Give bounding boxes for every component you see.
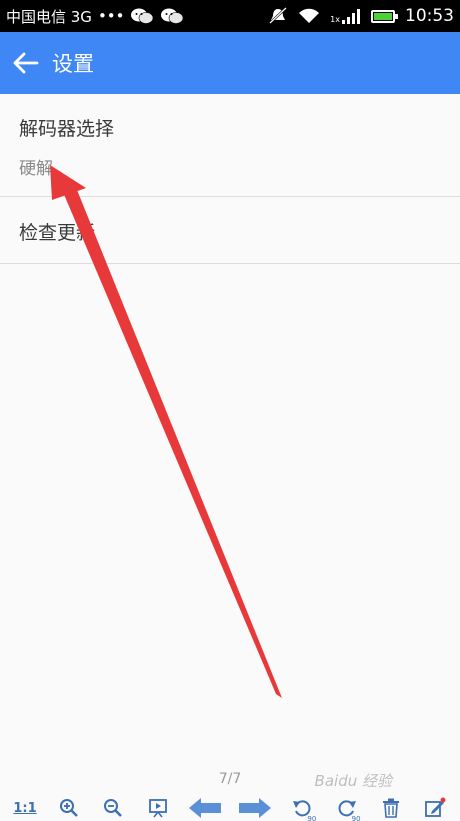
page-title: 设置 — [52, 52, 94, 76]
trash-icon — [382, 798, 399, 818]
carrier-label: 中国电信 3G — [6, 7, 92, 26]
actual-size-button[interactable]: 1:1 — [10, 795, 40, 821]
decoder-setting-title: 解码器选择 — [19, 118, 115, 140]
arrow-right-icon — [239, 798, 272, 818]
actual-size-label: 1:1 — [13, 800, 37, 816]
slideshow-button[interactable] — [143, 795, 173, 821]
signal-bars-icon — [342, 9, 360, 24]
watermark: Baidu 经验 — [314, 772, 392, 790]
check-update-title: 检查更新 — [19, 222, 96, 244]
rotate-left-label: 90 — [307, 815, 317, 821]
slideshow-icon — [148, 799, 167, 818]
rotate-right-label: 90 — [351, 815, 361, 821]
status-time: 10:53 — [405, 6, 454, 26]
arrow-left-icon — [188, 798, 221, 818]
next-image-button[interactable] — [237, 795, 273, 821]
status-right: 1x 10:53 — [268, 6, 454, 26]
app-bar: 设置 — [0, 32, 460, 94]
rotate-left-button[interactable]: 90 — [287, 795, 317, 821]
delete-button[interactable] — [376, 795, 406, 821]
viewer-toolbar: 1:1 90 90 — [0, 795, 460, 821]
battery-level — [374, 12, 392, 20]
rotate-right-button[interactable]: 90 — [332, 795, 362, 821]
zoom-out-icon — [104, 799, 123, 817]
check-update-item[interactable]: 检查更新 — [0, 197, 460, 264]
battery-icon — [371, 9, 398, 23]
edit-button[interactable] — [420, 795, 450, 821]
status-left: 中国电信 3G ••• — [6, 6, 184, 27]
mute-icon — [269, 7, 288, 24]
zoom-in-icon — [60, 799, 79, 817]
wifi-icon — [299, 8, 320, 23]
previous-image-button[interactable] — [187, 795, 223, 821]
signal-icon: 1x — [330, 8, 361, 24]
zoom-out-button[interactable] — [98, 795, 128, 821]
notification-dots: ••• — [97, 7, 125, 25]
decoder-setting-item[interactable]: 解码器选择 硬解 — [0, 94, 460, 197]
decoder-setting-value: 硬解 — [19, 159, 53, 179]
zoom-in-button[interactable] — [54, 795, 84, 821]
signal-label: 1x — [330, 15, 340, 24]
edit-icon — [425, 797, 446, 817]
back-arrow-icon — [13, 52, 39, 74]
status-bar: 中国电信 3G ••• 1x 10:53 — [0, 0, 460, 32]
screen: 中国电信 3G ••• 1x 10:53 设置 解码器选择 硬解 检查更新 7/… — [0, 0, 460, 821]
back-button[interactable] — [2, 39, 50, 87]
wechat-icon — [161, 8, 184, 24]
wechat-icon — [131, 8, 154, 24]
